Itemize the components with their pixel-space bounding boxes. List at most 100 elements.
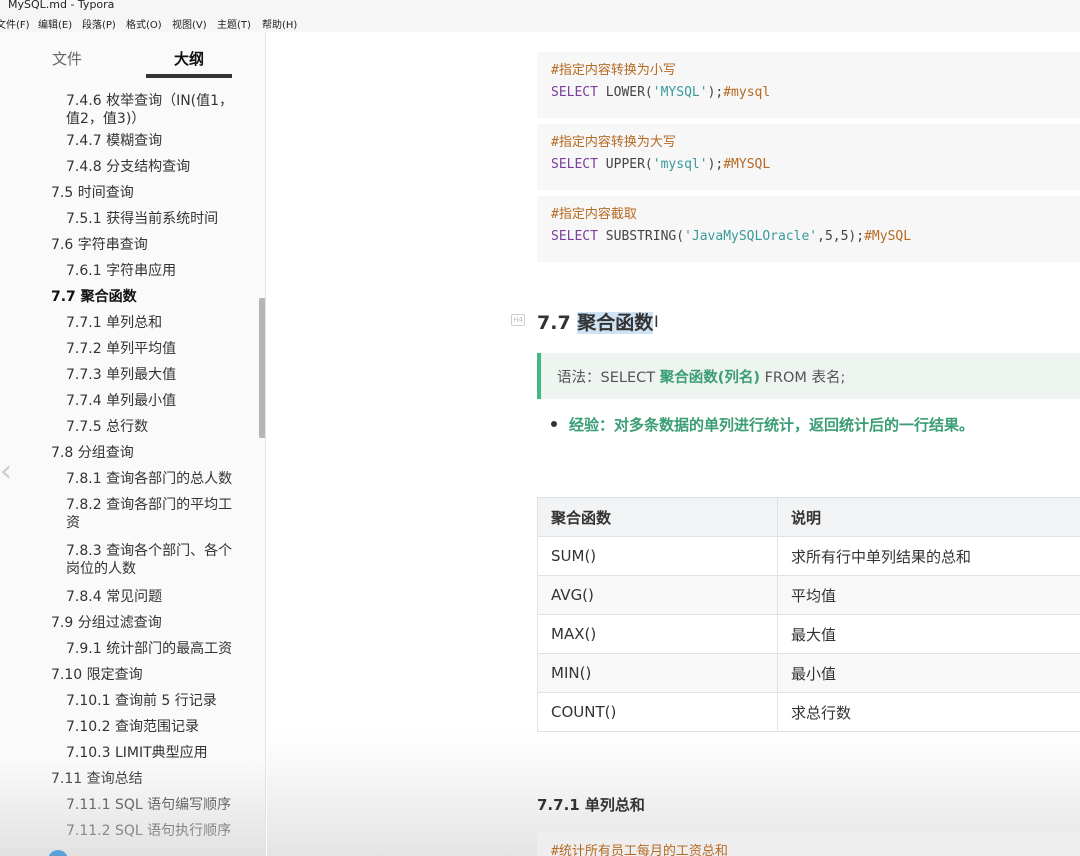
experience-bullet: 经验：对多条数据的单列进行统计，返回统计后的一行结果。	[569, 416, 975, 434]
active-tab-indicator	[146, 74, 232, 78]
table-cell: 最小值	[777, 653, 1080, 693]
code-block[interactable]: #指定内容截取 SELECT SUBSTRING('JavaMySQLOracle…	[537, 196, 1080, 262]
syntax-blockquote: 语法：SELECT 聚合函数(列名) FROM 表名;	[537, 353, 1080, 399]
outline-item[interactable]: 7.10 限定查询	[51, 666, 251, 684]
code-block[interactable]: #指定内容转换为大写 SELECT UPPER('mysql');#MYSQL	[537, 124, 1080, 190]
outline-item[interactable]: 7.7.1 单列总和	[66, 314, 236, 332]
outline-item[interactable]: 7.10.1 查询前 5 行记录	[66, 692, 236, 710]
code-comment: #指定内容截取	[551, 207, 637, 222]
code-string: 'MYSQL'	[652, 85, 708, 100]
code-function: LOWER(	[597, 85, 653, 100]
outline-item[interactable]: 7.6 字符串查询	[51, 236, 251, 254]
code-comment: #指定内容转换为大写	[551, 135, 676, 150]
code-string: 'mysql'	[652, 157, 708, 172]
code-line: SELECT LOWER('MYSQL');#mysql	[551, 82, 1066, 104]
outline-item[interactable]: 7.4.8 分支结构查询	[66, 158, 236, 176]
code-line: SELECT SUBSTRING('JavaMySQLOracle',5,5);…	[551, 226, 1066, 248]
table-row: SUM() 求所有行中单列结果的总和	[537, 536, 1080, 576]
outline-item[interactable]: 7.7.2 单列平均值	[66, 340, 236, 358]
table-cell: 平均值	[777, 575, 1080, 615]
menu-help[interactable]: 帮助(H)	[262, 16, 297, 31]
sidebar-scrollbar[interactable]	[259, 298, 265, 438]
editor[interactable]: #指定内容转换为小写 SELECT LOWER('MYSQL');#mysql #指…	[267, 32, 1080, 856]
outline-item[interactable]: 7.8.3 查询各个部门、各个岗位的人数	[66, 542, 236, 578]
table-cell: 求所有行中单列结果的总和	[777, 536, 1080, 576]
heading-title: 聚合函数	[577, 312, 654, 334]
menu-paragraph[interactable]: 段落(P)	[82, 16, 116, 31]
code-function: SUBSTRING(	[597, 229, 685, 244]
quote-suffix: FROM 表名;	[759, 370, 846, 386]
table-header: 说明	[777, 497, 1080, 537]
tab-files[interactable]: 文件	[52, 48, 82, 69]
code-inline-comment: #MySQL	[864, 229, 912, 244]
code-block[interactable]: #指定内容转换为小写 SELECT LOWER('MYSQL');#mysql	[537, 52, 1080, 118]
bullet-icon	[551, 421, 557, 427]
outline-item[interactable]: 7.11.1 SQL 语句编写顺序	[66, 796, 236, 814]
outline-item[interactable]: 7.4.7 模糊查询	[66, 132, 236, 150]
outline-item[interactable]: 7.10.2 查询范围记录	[66, 718, 236, 736]
menu-theme[interactable]: 主题(T)	[217, 16, 251, 31]
heading-anchor-icon[interactable]: H4	[511, 314, 525, 326]
outline-item[interactable]: 7.11.2 SQL 语句执行顺序	[66, 822, 236, 840]
code-keyword: SELECT	[551, 85, 598, 100]
code-comment: #统计所有员工每月的工资总和	[551, 844, 728, 856]
menu-view[interactable]: 视图(V)	[172, 16, 207, 31]
sidebar: 文件 大纲 7.4.6 枚举查询（IN(值1，值2，值3)） 7.4.7 模糊查询…	[0, 32, 266, 856]
code-punct: );	[707, 157, 724, 172]
outline-item[interactable]: 7.11 查询总结	[51, 770, 251, 788]
code-punct: ,5,5);	[817, 229, 865, 244]
outline-item[interactable]: 7.7.5 总行数	[66, 418, 236, 436]
table-cell: MIN()	[537, 653, 778, 693]
table-row: MIN() 最小值	[537, 653, 1080, 693]
text-cursor-icon: I	[654, 312, 659, 331]
code-line: SELECT UPPER('mysql');#MYSQL	[551, 154, 1066, 176]
menu-format[interactable]: 格式(O)	[126, 16, 162, 31]
table-row: AVG() 平均值	[537, 575, 1080, 615]
outline-item[interactable]: 7.8.2 查询各部门的平均工资	[66, 496, 236, 532]
quote-strong: 聚合函数(列名)	[659, 370, 760, 386]
menu-edit[interactable]: 编辑(E)	[38, 16, 72, 31]
table-row: MAX() 最大值	[537, 614, 1080, 654]
outline-item[interactable]: 7.9 分组过滤查询	[51, 614, 251, 632]
outline-item[interactable]: 7.7.4 单列最小值	[66, 392, 236, 410]
menu-file[interactable]: 文件(F)	[0, 16, 30, 31]
window-title: MySQL.md - Typora	[8, 0, 115, 11]
tab-outline[interactable]: 大纲	[174, 48, 204, 69]
table-cell: MAX()	[537, 614, 778, 654]
outline-item[interactable]: 7.4.6 枚举查询（IN(值1，值2，值3)）	[66, 92, 236, 128]
subsection-heading: 7.7.1 单列总和	[537, 796, 645, 814]
menu-bar: 文件(F) 编辑(E) 段落(P) 格式(O) 视图(V) 主题(T) 帮助(H…	[0, 14, 1080, 32]
title-bar: MySQL.md - Typora	[0, 0, 1080, 14]
outline-item[interactable]: 7.7.3 单列最大值	[66, 366, 236, 384]
outline-item[interactable]: 7.6.1 字符串应用	[66, 262, 236, 280]
outline-item[interactable]: 7.5 时间查询	[51, 184, 251, 202]
table-row: COUNT() 求总行数	[537, 692, 1080, 732]
outline-item[interactable]: 7.8 分组查询	[51, 444, 251, 462]
chevron-left-icon[interactable]: ‹	[0, 452, 18, 492]
code-block[interactable]: #统计所有员工每月的工资总和	[537, 832, 1080, 856]
code-inline-comment: #MYSQL	[723, 157, 771, 172]
heading-number: 7.7	[537, 312, 578, 334]
outline-item[interactable]: 7.7 聚合函数	[51, 288, 251, 306]
table-cell: SUM()	[537, 536, 778, 576]
quote-prefix: 语法：SELECT	[557, 370, 660, 386]
outline-item[interactable]: 7.9.1 统计部门的最高工资	[66, 640, 236, 658]
outline-item[interactable]: 7.5.1 获得当前系统时间	[66, 210, 236, 228]
outline-item[interactable]: 7.8.4 常见问题	[66, 588, 236, 606]
table-header-row: 聚合函数 说明	[537, 497, 1080, 537]
section-heading: 7.7 聚合函数	[537, 308, 654, 335]
outline-item[interactable]: 7.8.1 查询各部门的总人数	[66, 470, 236, 488]
table-cell: COUNT()	[537, 692, 778, 732]
table-cell: AVG()	[537, 575, 778, 615]
code-comment: #指定内容转换为小写	[551, 63, 676, 78]
code-keyword: SELECT	[551, 157, 598, 172]
table-header: 聚合函数	[537, 497, 778, 537]
code-string: 'JavaMySQLOracle'	[684, 229, 818, 244]
status-icon	[48, 850, 68, 856]
table-cell: 最大值	[777, 614, 1080, 654]
code-inline-comment: #mysql	[723, 85, 771, 100]
table-cell: 求总行数	[777, 692, 1080, 732]
aggregate-function-table: 聚合函数 说明 SUM() 求所有行中单列结果的总和 AVG() 平均值 MAX() 最大…	[537, 497, 1080, 732]
code-keyword: SELECT	[551, 229, 598, 244]
outline-item[interactable]: 7.10.3 LIMIT典型应用	[66, 744, 236, 762]
